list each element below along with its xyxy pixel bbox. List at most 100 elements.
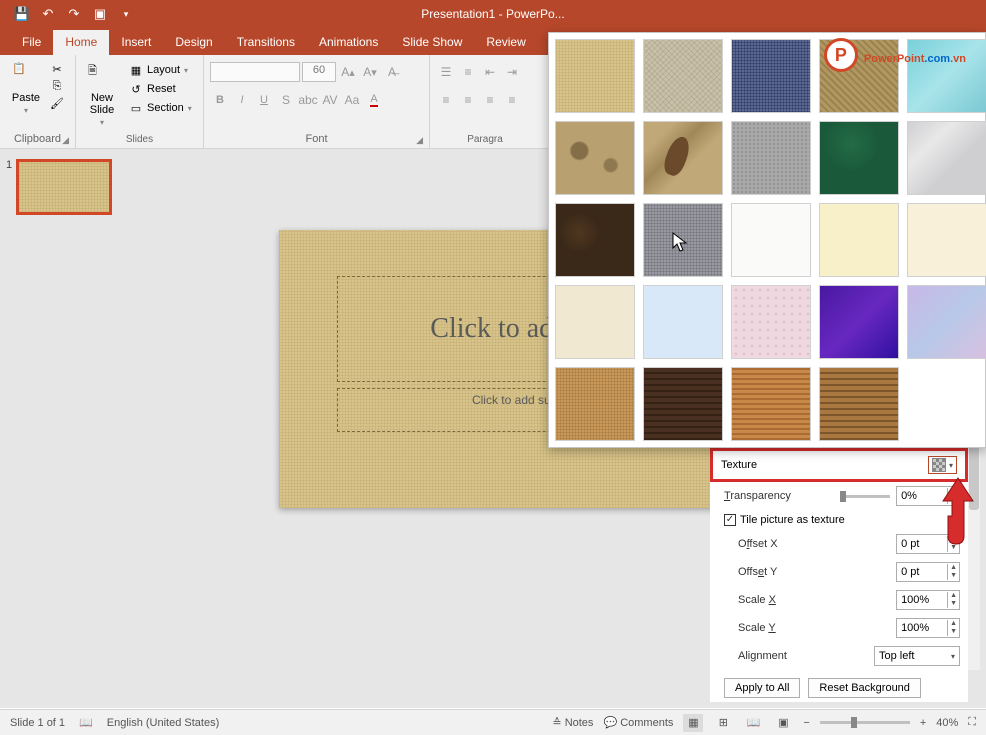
bold-icon[interactable]: B bbox=[210, 90, 230, 110]
texture-canvas[interactable] bbox=[643, 39, 723, 113]
redo-icon[interactable]: ↷ bbox=[66, 6, 82, 22]
new-slide-icon: 🗎 bbox=[88, 62, 116, 90]
clear-format-icon[interactable]: A̶ bbox=[382, 62, 402, 82]
italic-icon[interactable]: I bbox=[232, 90, 252, 110]
comments-button[interactable]: 💬 Comments bbox=[603, 716, 673, 729]
alignment-label: Alignment bbox=[738, 650, 787, 662]
texture-granite[interactable] bbox=[643, 203, 723, 277]
align-right-icon[interactable]: ≡ bbox=[480, 90, 500, 110]
chevron-down-icon: ▾ bbox=[951, 652, 955, 661]
notes-button[interactable]: ≙ Notes bbox=[552, 716, 593, 729]
grow-font-icon[interactable]: A▴ bbox=[338, 62, 358, 82]
reset-button[interactable]: ↺Reset bbox=[126, 81, 195, 97]
texture-denim[interactable] bbox=[731, 39, 811, 113]
slide-thumbnails-pane[interactable]: 1 bbox=[0, 149, 132, 708]
justify-icon[interactable]: ≡ bbox=[502, 90, 522, 110]
fit-to-window-icon[interactable]: ⛶ bbox=[968, 716, 976, 729]
paste-button[interactable]: 📋 Paste ▾ bbox=[6, 58, 46, 115]
scale-y-spinner[interactable]: 100%▲▼ bbox=[896, 618, 960, 638]
font-name-combo[interactable] bbox=[210, 62, 300, 82]
normal-view-icon[interactable]: ▦ bbox=[683, 714, 703, 732]
copy-icon[interactable]: ⎘ bbox=[50, 79, 64, 93]
new-slide-button[interactable]: 🗎 New Slide ▾ bbox=[82, 58, 122, 127]
decrease-indent-icon[interactable]: ⇤ bbox=[480, 62, 500, 82]
texture-bouquet[interactable] bbox=[907, 285, 986, 359]
tab-design[interactable]: Design bbox=[163, 30, 224, 55]
save-icon[interactable]: 💾 bbox=[14, 6, 30, 22]
group-slides-label: Slides bbox=[82, 134, 197, 146]
texture-white-marble[interactable] bbox=[907, 121, 986, 195]
texture-papyrus[interactable] bbox=[555, 39, 635, 113]
undo-icon[interactable]: ↶ bbox=[40, 6, 56, 22]
shrink-font-icon[interactable]: A▾ bbox=[360, 62, 380, 82]
texture-pink-tissue[interactable] bbox=[731, 285, 811, 359]
texture-gallery-popup bbox=[548, 32, 986, 448]
texture-parchment[interactable] bbox=[907, 203, 986, 277]
bullets-icon[interactable]: ☰ bbox=[436, 62, 456, 82]
change-case-icon[interactable]: Aa bbox=[342, 90, 362, 110]
texture-walnut[interactable] bbox=[643, 367, 723, 441]
strikethrough-icon[interactable]: S bbox=[276, 90, 296, 110]
reading-view-icon[interactable]: 📖 bbox=[743, 714, 763, 732]
transparency-slider[interactable] bbox=[840, 495, 890, 498]
apply-to-all-button[interactable]: Apply to All bbox=[724, 678, 800, 698]
slideshow-view-icon[interactable]: ▣ bbox=[773, 714, 793, 732]
zoom-slider[interactable] bbox=[820, 721, 910, 724]
reset-background-button[interactable]: Reset Background bbox=[808, 678, 921, 698]
tab-insert[interactable]: Insert bbox=[109, 30, 163, 55]
section-button[interactable]: ▭Section▾ bbox=[126, 100, 195, 116]
zoom-level[interactable]: 40% bbox=[936, 717, 958, 729]
clipboard-icon: 📋 bbox=[12, 62, 40, 90]
offset-y-spinner[interactable]: 0 pt▲▼ bbox=[896, 562, 960, 582]
zoom-out-icon[interactable]: − bbox=[803, 717, 809, 729]
qat-customize-icon[interactable]: ▾ bbox=[118, 6, 134, 22]
window-title: Presentation1 - PowerPo... bbox=[421, 7, 564, 21]
texture-blue-tissue[interactable] bbox=[643, 285, 723, 359]
slide-thumbnail[interactable] bbox=[16, 159, 112, 215]
powerpoint-logo-icon: P bbox=[824, 38, 858, 72]
tab-review[interactable]: Review bbox=[474, 30, 537, 55]
texture-brown-marble[interactable] bbox=[555, 203, 635, 277]
reset-icon: ↺ bbox=[129, 82, 143, 96]
texture-sand[interactable] bbox=[731, 121, 811, 195]
font-size-combo[interactable]: 60 bbox=[302, 62, 336, 82]
tab-animations[interactable]: Animations bbox=[307, 30, 390, 55]
alignment-select[interactable]: Top left▾ bbox=[874, 646, 960, 666]
texture-cork[interactable] bbox=[555, 367, 635, 441]
tile-checkbox[interactable]: ✓ Tile picture as texture bbox=[710, 510, 968, 530]
spell-check-icon[interactable]: 📖 bbox=[79, 716, 93, 729]
texture-newsprint[interactable] bbox=[731, 203, 811, 277]
texture-oak[interactable] bbox=[731, 367, 811, 441]
tab-file[interactable]: File bbox=[10, 30, 53, 55]
texture-purple-mesh[interactable] bbox=[819, 285, 899, 359]
texture-green-marble[interactable] bbox=[819, 121, 899, 195]
texture-paper-bag[interactable] bbox=[555, 121, 635, 195]
increase-indent-icon[interactable]: ⇥ bbox=[502, 62, 522, 82]
align-center-icon[interactable]: ≡ bbox=[458, 90, 478, 110]
texture-fish-fossil[interactable] bbox=[643, 121, 723, 195]
shadow-icon[interactable]: abc bbox=[298, 90, 318, 110]
tab-transitions[interactable]: Transitions bbox=[225, 30, 307, 55]
layout-button[interactable]: ▦Layout▾ bbox=[126, 62, 195, 78]
texture-stationery[interactable] bbox=[555, 285, 635, 359]
slide-sorter-icon[interactable]: ⊞ bbox=[713, 714, 733, 732]
tab-home[interactable]: Home bbox=[53, 30, 109, 55]
font-color-icon[interactable]: A bbox=[364, 90, 384, 110]
underline-icon[interactable]: U bbox=[254, 90, 274, 110]
tab-slideshow[interactable]: Slide Show bbox=[390, 30, 474, 55]
texture-medium-wood[interactable] bbox=[819, 367, 899, 441]
start-from-beginning-icon[interactable]: ▣ bbox=[92, 6, 108, 22]
texture-dropdown-button[interactable]: ▾ bbox=[928, 456, 957, 474]
scale-x-spinner[interactable]: 100%▲▼ bbox=[896, 590, 960, 610]
texture-recycled-paper[interactable] bbox=[819, 203, 899, 277]
align-left-icon[interactable]: ≡ bbox=[436, 90, 456, 110]
cut-icon[interactable]: ✂ bbox=[50, 62, 64, 76]
format-painter-icon[interactable]: 🖌 bbox=[50, 96, 64, 110]
language-indicator[interactable]: English (United States) bbox=[107, 717, 220, 729]
char-spacing-icon[interactable]: AV bbox=[320, 90, 340, 110]
texture-swatch-icon bbox=[932, 458, 946, 472]
font-dialog-launcher-icon[interactable]: ◢ bbox=[416, 135, 423, 146]
clipboard-dialog-launcher-icon[interactable]: ◢ bbox=[62, 135, 69, 146]
numbering-icon[interactable]: ≡ bbox=[458, 62, 478, 82]
zoom-in-icon[interactable]: + bbox=[920, 717, 926, 729]
